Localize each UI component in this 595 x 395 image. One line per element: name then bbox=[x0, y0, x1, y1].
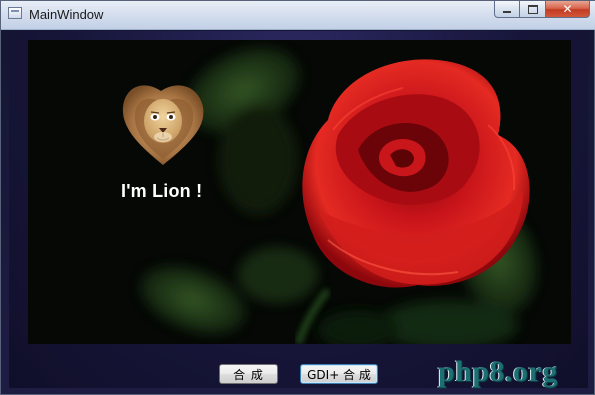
close-icon: ✕ bbox=[562, 2, 573, 16]
window-title: MainWindow bbox=[29, 7, 104, 22]
lion-caption: I'm Lion ! bbox=[121, 181, 203, 201]
composited-picture: I'm Lion ! bbox=[28, 40, 571, 344]
close-button[interactable]: ✕ bbox=[546, 1, 590, 18]
red-rose-image bbox=[302, 59, 530, 288]
lion-heart-image bbox=[122, 85, 204, 165]
gdi-compose-button[interactable]: GDI+ 合 成 bbox=[300, 364, 378, 384]
picture-canvas bbox=[122, 47, 538, 344]
main-window: MainWindow ✕ I'm Lion ! 合 成 GDI+ 合 成 php… bbox=[0, 0, 595, 395]
maximize-button[interactable] bbox=[520, 1, 546, 18]
caption-buttons: ✕ bbox=[494, 1, 590, 19]
compose-button[interactable]: 合 成 bbox=[219, 364, 278, 384]
minimize-icon bbox=[503, 11, 511, 13]
maximize-icon bbox=[527, 4, 538, 14]
app-window-icon[interactable] bbox=[8, 7, 22, 19]
site-watermark: php8.org bbox=[438, 355, 558, 388]
title-bar[interactable]: MainWindow ✕ bbox=[1, 1, 595, 30]
minimize-button[interactable] bbox=[494, 1, 520, 18]
